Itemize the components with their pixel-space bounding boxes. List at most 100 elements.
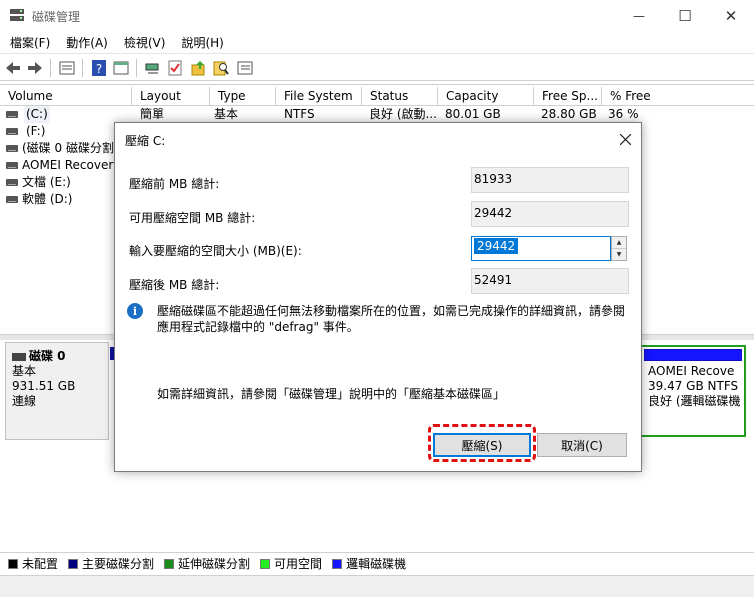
legend-label: 延伸磁碟分割 (178, 557, 251, 571)
legend-swatch (164, 558, 175, 569)
check-icon[interactable] (166, 59, 184, 77)
total-before-field: 81933 (471, 167, 629, 193)
shrink-amount-value: 29442 (474, 238, 519, 254)
available-space-label: 可用壓縮空間 MB 總計: (129, 211, 256, 225)
menu-bar: 檔案(F) 動作(A) 檢視(V) 說明(H) (0, 32, 754, 52)
highlight-annotation (428, 424, 536, 462)
partition-status: 良好 (邏輯磁碟機 (648, 394, 741, 408)
layout-cell: 簡單 (140, 107, 165, 121)
column-header-type[interactable]: Type (210, 87, 276, 105)
toolbar-separator (82, 59, 83, 77)
legend-swatch (8, 558, 18, 569)
minimize-button[interactable]: — (616, 0, 662, 32)
disk-management-icon (10, 9, 24, 21)
legend-item: 可用空間 (260, 555, 322, 572)
menu-file[interactable]: 檔案(F) (0, 32, 56, 52)
shrink-dialog: 壓縮 C: 壓縮前 MB 總計: 81933 可用壓縮空間 MB 總計: 294… (114, 122, 642, 472)
shrink-amount-label: 輸入要壓縮的空間大小 (MB)(E): (129, 244, 302, 258)
svg-text:?: ? (96, 62, 102, 76)
shrink-amount-spinner[interactable]: ▲ ▼ (611, 236, 627, 261)
available-space-field: 29442 (471, 201, 629, 227)
menu-action[interactable]: 動作(A) (56, 32, 114, 52)
logical-drive-bar (644, 349, 742, 361)
capacity-cell: 80.01 GB (445, 107, 501, 121)
menu-view[interactable]: 檢視(V) (114, 32, 172, 52)
volume-icon (6, 196, 18, 203)
forward-arrow-icon[interactable] (26, 59, 44, 77)
legend-swatch (68, 558, 79, 569)
filesystem-cell: NTFS (284, 107, 315, 121)
window-title: 磁碟管理 (32, 10, 81, 24)
column-header-capacity[interactable]: Capacity (438, 87, 534, 105)
toolbar-separator (50, 59, 51, 77)
legend-item: 邏輯磁碟機 (332, 555, 406, 572)
table-row[interactable]: (C:) 簡單 基本 NTFS 良好 (啟動... 80.01 GB 28.80… (0, 106, 754, 123)
column-header-layout[interactable]: Layout (132, 87, 210, 105)
disk-0-label[interactable]: 磁碟 0 基本 931.51 GB 連線 (5, 342, 109, 440)
status-bar (0, 575, 754, 597)
list-icon[interactable] (236, 59, 254, 77)
volume-name: (F:) (26, 124, 46, 138)
legend-swatch (260, 558, 271, 569)
volume-icon (6, 111, 18, 118)
legend-label: 主要磁碟分割 (82, 557, 155, 571)
toolbar-separator (136, 59, 137, 77)
column-header-percent-free[interactable]: % Free (602, 87, 754, 105)
maximize-icon: ☐ (678, 7, 692, 25)
info-icon: i (127, 303, 143, 319)
volume-name: (C:) (24, 106, 50, 123)
maximize-button[interactable]: ☐ (662, 0, 708, 32)
menu-help[interactable]: 說明(H) (171, 32, 229, 52)
volume-icon (6, 179, 18, 186)
cancel-button[interactable]: 取消(C) (537, 433, 627, 457)
total-before-label: 壓縮前 MB 總計: (129, 177, 220, 191)
volume-name: 軟體 (D:) (22, 192, 73, 206)
search-icon[interactable] (212, 59, 230, 77)
legend-label: 邏輯磁碟機 (346, 557, 407, 571)
total-after-label: 壓縮後 MB 總計: (129, 278, 220, 292)
free-space-cell: 28.80 GB (541, 107, 597, 121)
disk-icon (12, 352, 26, 361)
legend-swatch (332, 558, 343, 569)
legend-item: 未配置 (8, 555, 58, 572)
back-arrow-icon[interactable] (4, 59, 22, 77)
help-message: 如需詳細資訊，請參閱「磁碟管理」說明中的「壓縮基本磁碟區」 (157, 387, 506, 401)
type-cell: 基本 (214, 107, 239, 121)
total-after-field: 52491 (471, 268, 629, 294)
legend-bar: 未配置 主要磁碟分割 延伸磁碟分割 可用空間 邏輯磁碟機 (0, 552, 754, 574)
console-icon[interactable] (112, 59, 130, 77)
column-header-status[interactable]: Status (362, 87, 438, 105)
disk-size: 931.51 GB (12, 379, 76, 393)
connect-icon[interactable] (144, 59, 162, 77)
column-header-volume[interactable]: Volume (0, 87, 132, 105)
spin-down-icon[interactable]: ▼ (612, 248, 626, 259)
column-header-file-system[interactable]: File System (276, 87, 362, 105)
toolbar: ? (0, 53, 754, 81)
column-header-free-space[interactable]: Free Sp... (534, 87, 602, 105)
disk-type: 基本 (12, 364, 37, 378)
volume-name: 文檔 (E:) (22, 175, 71, 189)
legend-item: 主要磁碟分割 (68, 555, 154, 572)
spin-up-icon[interactable]: ▲ (612, 237, 626, 248)
status-cell: 良好 (啟動... (369, 107, 437, 121)
close-button[interactable]: ✕ (708, 0, 754, 32)
partition-size: 39.47 GB NTFS (648, 379, 739, 393)
legend-label: 未配置 (22, 557, 59, 571)
dialog-close-button[interactable] (615, 129, 635, 149)
minimize-icon: — (633, 9, 645, 23)
close-icon (619, 133, 631, 145)
help-icon[interactable]: ? (90, 59, 108, 77)
shrink-amount-input[interactable]: 29442 (471, 236, 611, 261)
partition-aomei-recovery[interactable]: AOMEI Recove 39.47 GB NTFS 良好 (邏輯磁碟機 (640, 345, 746, 437)
disk-status: 連線 (12, 394, 37, 408)
title-bar: 磁碟管理 — ☐ ✕ (0, 0, 754, 32)
volume-icon (6, 128, 18, 135)
info-message: 壓縮磁碟區不能超過任何無法移動檔案所在的位置，如需已完成操作的詳細資訊，請參閱應… (157, 304, 626, 334)
folder-up-icon[interactable] (190, 59, 208, 77)
partition-name: AOMEI Recove (648, 364, 735, 378)
properties-icon[interactable] (58, 59, 76, 77)
legend-label: 可用空間 (274, 557, 323, 571)
dialog-title: 壓縮 C: (125, 134, 166, 148)
disk-name: 磁碟 0 (29, 349, 66, 363)
close-icon: ✕ (724, 7, 738, 25)
